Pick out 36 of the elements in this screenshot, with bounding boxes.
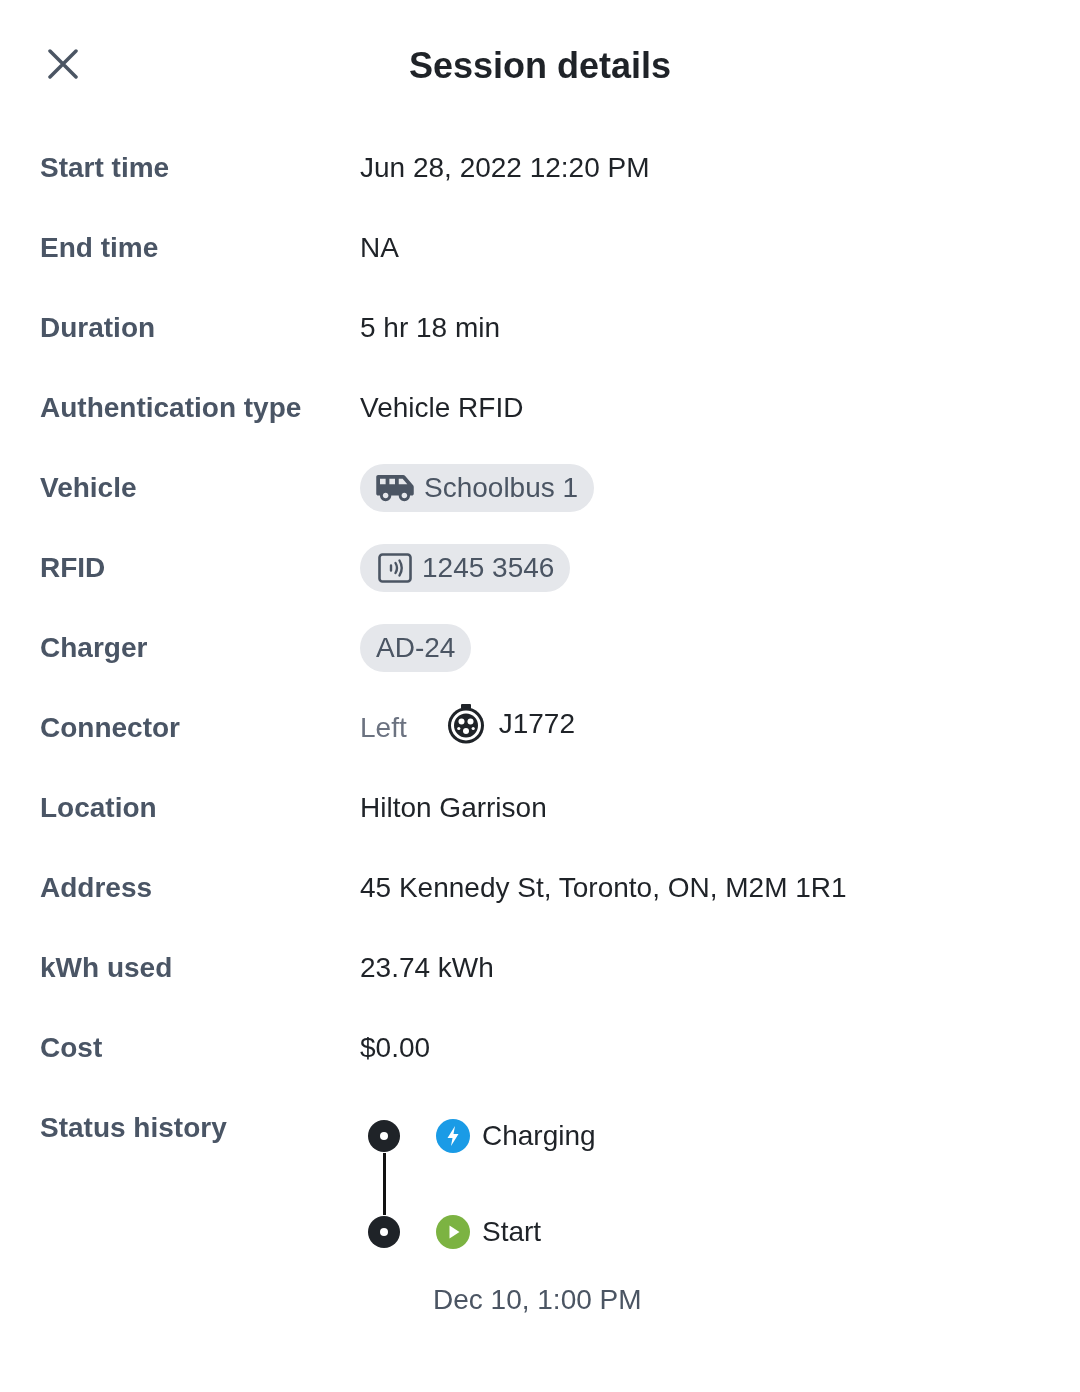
close-icon	[48, 49, 78, 79]
status-label: Start	[482, 1215, 542, 1249]
field-label: End time	[40, 231, 159, 265]
status-label: Charging	[482, 1119, 596, 1153]
field-label: RFID	[40, 551, 106, 585]
field-label: kWh used	[40, 951, 173, 985]
field-label: Cost	[40, 1031, 103, 1065]
connector-type: J1772	[498, 707, 575, 741]
rfid-card-icon	[378, 553, 412, 583]
field-value: Vehicle RFID	[360, 391, 524, 425]
field-value: NA	[360, 231, 399, 265]
field-label: Charger	[40, 631, 148, 665]
field-value: 5 hr 18 min	[360, 311, 501, 345]
charger-tag: AD-24	[360, 624, 472, 672]
field-label: Authentication type	[40, 391, 302, 425]
field-label: Vehicle	[40, 471, 137, 505]
field-value: $0.00	[360, 1031, 431, 1065]
close-button[interactable]	[48, 49, 78, 79]
van-icon	[376, 473, 414, 503]
connector-plug-icon	[446, 704, 485, 744]
connector-side: Left	[360, 711, 407, 745]
rfid-number: 1245 3546	[422, 551, 555, 585]
field-label: Connector	[40, 711, 180, 745]
field-label: Start time	[40, 151, 170, 185]
field-value: 45 Kennedy St, Toronto, ON, M2M 1R1	[360, 871, 847, 905]
timeline-line	[382, 1153, 386, 1215]
field-value: Hilton Garrison	[360, 791, 547, 825]
dialog-title: Session details	[408, 44, 672, 88]
vehicle-name: Schoolbus 1	[424, 471, 579, 505]
field-value: Jun 28, 2022 12:20 PM	[360, 151, 650, 185]
field-label: Duration	[40, 311, 156, 345]
field-label: Status history	[40, 1111, 227, 1145]
field-value: 23.74 kWh	[360, 951, 494, 985]
field-label: Location	[40, 791, 157, 825]
field-label: Address	[40, 871, 153, 905]
status-time: Dec 10, 1:00 PM	[433, 1283, 642, 1317]
